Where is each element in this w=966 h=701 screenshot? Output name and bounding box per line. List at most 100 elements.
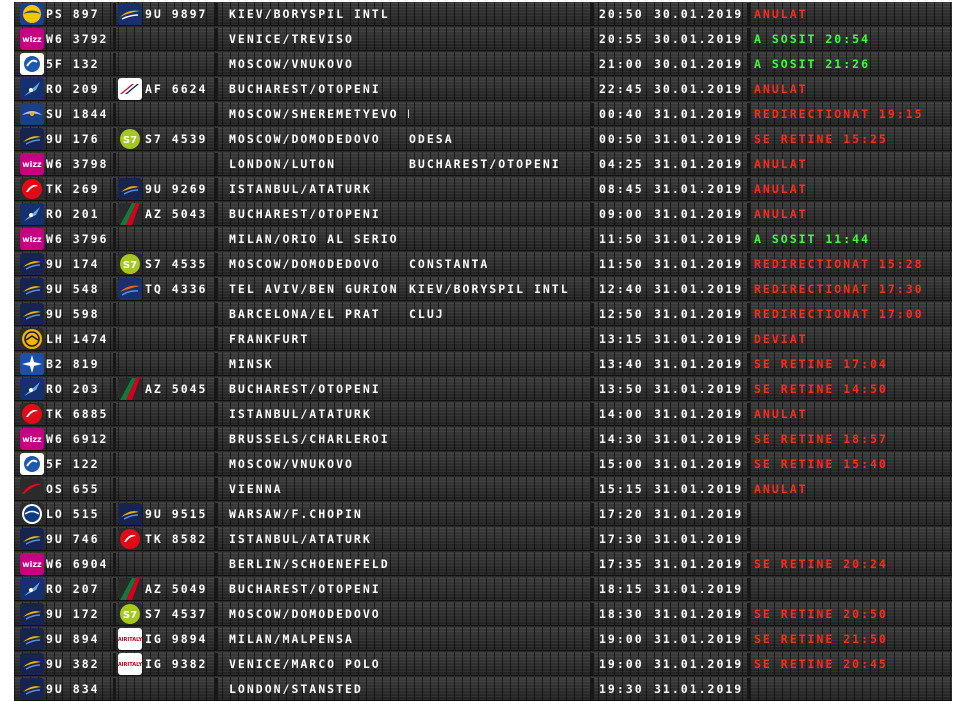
column-divider xyxy=(591,478,594,500)
flight-row: OS 655 VIENNA 15:15 31.01.2019 ANULAT xyxy=(14,477,952,501)
column-divider xyxy=(113,503,116,525)
column-divider xyxy=(747,128,750,150)
column-divider xyxy=(113,578,116,600)
codeshare-number xyxy=(145,427,217,451)
scheduled-date: 31.01.2019 xyxy=(654,282,744,296)
turkish-icon xyxy=(20,178,44,200)
via-city xyxy=(409,327,589,351)
column-divider xyxy=(591,428,594,450)
flight-status xyxy=(754,502,949,526)
scheduled-date: 31.01.2019 xyxy=(654,357,744,371)
column-divider xyxy=(747,178,750,200)
column-divider xyxy=(747,303,750,325)
air-moldova-icon xyxy=(20,253,44,275)
airitaly-icon: AIRITALY xyxy=(118,653,142,675)
origin-city: BUCHAREST/OTOPENI xyxy=(229,582,381,596)
flight-status: SE RETINE 20:50 xyxy=(754,607,888,621)
scheduled-date: 31.01.2019 xyxy=(654,257,744,271)
tarom-icon xyxy=(20,203,44,225)
column-divider xyxy=(215,103,218,125)
column-divider xyxy=(591,553,594,575)
wizz-icon: wizz xyxy=(20,228,44,250)
alitalia-icon xyxy=(118,578,142,600)
flight-row: B2 819 MINSK 13:40 31.01.2019 SE RETINE 17:0… xyxy=(14,352,952,376)
scheduled-time: 13:40 xyxy=(599,357,644,371)
origin-city: MINSK xyxy=(229,357,274,371)
lufthansa-icon xyxy=(20,328,44,350)
flight-number: LH 1474 xyxy=(46,332,109,346)
codeshare-number xyxy=(145,327,217,351)
svg-text:wizz: wizz xyxy=(22,35,42,44)
origin-city: ISTANBUL/ATATURK xyxy=(229,532,372,546)
turkish-icon xyxy=(20,403,44,425)
scheduled-date: 31.01.2019 xyxy=(654,582,744,596)
column-divider xyxy=(113,303,116,325)
via-city xyxy=(409,377,589,401)
scheduled-date: 31.01.2019 xyxy=(654,307,744,321)
scheduled-date: 30.01.2019 xyxy=(654,82,744,96)
scheduled-date: 31.01.2019 xyxy=(654,132,744,146)
origin-city: BERLIN/SCHOENEFELD xyxy=(229,557,390,571)
lot-icon xyxy=(20,503,44,525)
flight-status: ANULAT xyxy=(754,407,808,421)
via-city xyxy=(409,177,589,201)
column-divider xyxy=(591,228,594,250)
scheduled-date: 31.01.2019 xyxy=(654,207,744,221)
flight-number: 9U 174 xyxy=(46,257,100,271)
column-divider xyxy=(113,103,116,125)
column-divider xyxy=(215,303,218,325)
column-divider xyxy=(215,428,218,450)
flight-row: wizz W6 3796 MILAN/ORIO AL SERIO 11:50 31.01… xyxy=(14,227,952,251)
flight-number: 9U 382 xyxy=(46,657,100,671)
flight-number: 9U 746 xyxy=(46,532,100,546)
flight-number: OS 655 xyxy=(46,482,100,496)
column-divider xyxy=(747,678,750,700)
flight-number: 9U 548 xyxy=(46,282,100,296)
tarom-icon xyxy=(20,78,44,100)
column-divider xyxy=(591,28,594,50)
via-city xyxy=(409,602,589,626)
flight-status: ANULAT xyxy=(754,182,808,196)
air-moldova-icon xyxy=(20,603,44,625)
column-divider xyxy=(215,403,218,425)
codeshare-number: AZ 5049 xyxy=(145,582,208,596)
column-divider xyxy=(591,653,594,675)
column-divider xyxy=(591,128,594,150)
scheduled-date: 31.01.2019 xyxy=(654,507,744,521)
flight-status: DEVIAT xyxy=(754,332,808,346)
wizz-icon: wizz xyxy=(20,553,44,575)
origin-city: ISTANBUL/ATATURK xyxy=(229,182,372,196)
scheduled-time: 12:40 xyxy=(599,282,644,296)
scheduled-date: 31.01.2019 xyxy=(654,682,744,696)
flight-row: LH 1474 FRANKFURT 13:15 31.01.2019 DEVIAT xyxy=(14,327,952,351)
rossiya-icon xyxy=(20,53,44,75)
column-divider xyxy=(747,203,750,225)
flight-status xyxy=(754,527,949,551)
codeshare-number: IG 9382 xyxy=(145,657,208,671)
via-city: ODESA xyxy=(409,132,454,146)
column-divider xyxy=(113,628,116,650)
column-divider xyxy=(747,153,750,175)
flight-status: SE RETINE 20:24 xyxy=(754,557,888,571)
via-city xyxy=(409,477,589,501)
scheduled-date: 30.01.2019 xyxy=(654,57,744,71)
flight-number: RO 207 xyxy=(46,582,100,596)
column-divider xyxy=(215,478,218,500)
column-divider xyxy=(747,328,750,350)
scheduled-date: 31.01.2019 xyxy=(654,607,744,621)
scheduled-date: 31.01.2019 xyxy=(654,232,744,246)
codeshare-number xyxy=(145,302,217,326)
column-divider xyxy=(747,603,750,625)
column-divider xyxy=(113,3,116,25)
column-divider xyxy=(591,278,594,300)
column-divider xyxy=(215,603,218,625)
via-city xyxy=(409,552,589,576)
origin-city: BARCELONA/EL PRAT xyxy=(229,307,381,321)
column-divider xyxy=(591,528,594,550)
column-divider xyxy=(747,103,750,125)
flight-status: SE RETINE 15:25 xyxy=(754,132,888,146)
origin-city: LONDON/STANSTED xyxy=(229,682,363,696)
scheduled-date: 31.01.2019 xyxy=(654,457,744,471)
codeshare-number: AZ 5043 xyxy=(145,207,208,221)
flight-number: W6 6912 xyxy=(46,432,109,446)
